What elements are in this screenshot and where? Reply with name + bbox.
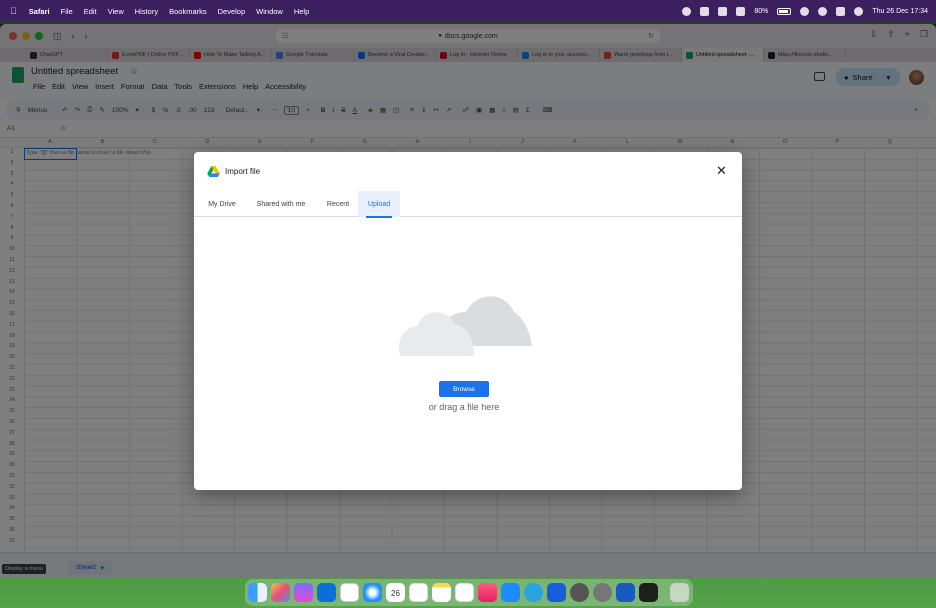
menu-edit[interactable]: Edit [84,7,97,16]
user-icon[interactable] [854,6,864,16]
system-settings-icon[interactable] [593,583,612,602]
wifi-icon[interactable] [800,6,810,16]
menu-window[interactable]: Window [256,7,283,16]
wave-icon[interactable] [700,6,710,16]
appstore-icon[interactable] [501,583,520,602]
close-icon[interactable]: ✕ [716,164,727,177]
menu-bookmarks[interactable]: Bookmarks [169,7,207,16]
search-icon[interactable] [818,6,828,16]
zoom-icon[interactable] [570,583,589,602]
freeform-icon[interactable] [455,583,474,602]
word-icon[interactable] [616,583,635,602]
menu-clock[interactable]: Thu 26 Dec 17:34 [872,8,928,15]
notes-icon[interactable] [432,583,451,602]
calendar-icon[interactable]: 26 [386,583,405,602]
menu-develop[interactable]: Develop [218,7,246,16]
dialog-title: Import file [225,167,261,176]
status-icon[interactable] [682,6,692,16]
launchpad-icon[interactable] [271,583,290,602]
telegram-icon[interactable] [524,583,543,602]
battery-icon[interactable] [777,7,792,15]
keyboard-input-icon[interactable] [736,6,746,16]
terminal-icon[interactable] [639,583,658,602]
google-drive-icon [207,166,220,177]
battery-percent: 80% [754,7,769,15]
menu-help[interactable]: Help [294,7,309,16]
tab-upload[interactable]: Upload [358,191,400,218]
trash-icon[interactable] [670,583,689,602]
cloud-upload-illustration [398,296,532,356]
finder-icon[interactable] [248,583,267,602]
lock-icon[interactable] [718,6,728,16]
apple-icon[interactable]:  [10,6,17,16]
chatgpt-icon[interactable] [340,583,359,602]
vscode-icon[interactable] [317,583,336,602]
stack-icon[interactable] [294,583,313,602]
tab-my-drive[interactable]: My Drive [200,191,244,217]
menu-view[interactable]: View [108,7,124,16]
dock: 26 [245,579,693,606]
browse-button[interactable]: Browse [439,381,489,397]
dialog-tabs: My Drive Shared with me Recent Upload [194,191,742,218]
tab-shared-with-me[interactable]: Shared with me [250,191,312,217]
tab-recent[interactable]: Recent [320,191,356,217]
menu-app-name[interactable]: Safari [29,7,50,16]
bitwarden-icon[interactable] [547,583,566,602]
control-center-icon[interactable] [836,6,846,16]
menu-bar:  Safari File Edit View History Bookmark… [0,0,936,22]
drag-hint: or drag a file here [428,402,500,412]
safari-icon[interactable] [363,583,382,602]
menu-history[interactable]: History [135,7,158,16]
menu-file[interactable]: File [61,7,73,16]
import-file-dialog: Import file ✕ My Drive Shared with me Re… [194,152,742,490]
reminders-icon[interactable] [409,583,428,602]
music-icon[interactable] [478,583,497,602]
